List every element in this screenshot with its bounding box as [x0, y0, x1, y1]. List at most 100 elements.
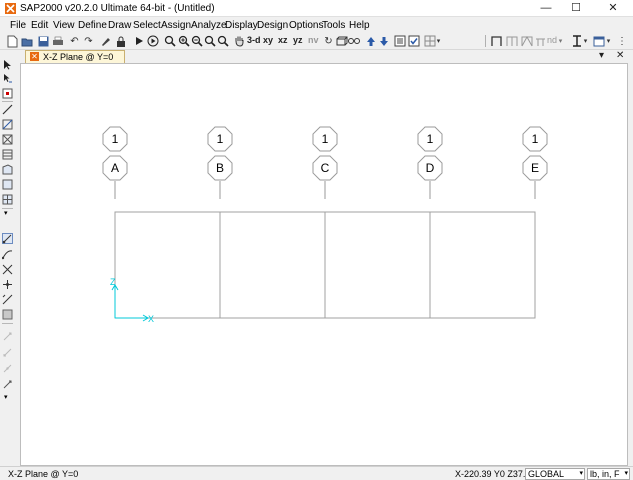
refresh-pencil-icon[interactable]	[99, 34, 112, 48]
close-button[interactable]: ✕	[598, 0, 628, 17]
grid-column-label: D	[426, 161, 435, 175]
draw-link-icon[interactable]	[2, 233, 13, 244]
assign-spring-icon[interactable]	[2, 347, 13, 358]
tab-close-icon[interactable]: ✕	[30, 52, 39, 61]
assign-insertion-icon[interactable]	[2, 379, 13, 390]
nd-dropdown-icon[interactable]: ▾	[557, 34, 564, 48]
menu-define[interactable]: Define	[78, 20, 107, 31]
pointer-icon[interactable]	[2, 59, 13, 70]
model-view-canvas[interactable]: 1A1B1C1D1E Z X	[20, 63, 628, 466]
zoom-in-icon[interactable]	[177, 34, 190, 48]
check-icon[interactable]	[407, 34, 420, 48]
draw-frame-line-icon[interactable]	[2, 104, 13, 115]
set-display-options-icon[interactable]	[393, 34, 406, 48]
view-3d-button[interactable]: 3-d	[247, 35, 261, 45]
draw-rect-area-icon[interactable]	[2, 179, 13, 190]
menu-file[interactable]: File	[10, 20, 26, 31]
grid-bubble-d: 1D	[417, 126, 443, 199]
menu-draw[interactable]: Draw	[108, 20, 131, 31]
assign-restraint-icon[interactable]	[2, 331, 13, 342]
status-view-label: X-Z Plane @ Y=0	[8, 469, 79, 479]
nd-button[interactable]: nd	[547, 35, 557, 45]
grid-bubble-c: 1C	[312, 126, 338, 199]
draw-joint-icon[interactable]	[2, 88, 13, 99]
draw-special-joint-icon[interactable]	[2, 279, 13, 290]
print-icon[interactable]	[51, 34, 64, 48]
minimize-button[interactable]: —	[531, 0, 561, 17]
run-analysis-icon[interactable]	[133, 34, 146, 48]
xz-elevation-view[interactable]: 1A1B1C1D1E Z X	[21, 64, 627, 465]
pan-hand-icon[interactable]	[233, 34, 246, 48]
open-folder-icon[interactable]	[20, 34, 33, 48]
draw-cable-icon[interactable]	[2, 249, 13, 260]
menu-tools[interactable]: Tools	[322, 20, 345, 31]
left-toolbar-separator	[2, 101, 13, 102]
draw-area-icon[interactable]	[2, 164, 13, 175]
lock-icon[interactable]	[114, 34, 127, 48]
menu-view[interactable]: View	[53, 20, 75, 31]
main-toolbar: ↶ ↷ 3-d xy xz yz nv ↻ ▾ nd ▾ ▾ ▾ ⋮	[0, 33, 633, 50]
view-xy-button[interactable]: xy	[263, 35, 273, 45]
menu-design[interactable]: Design	[257, 20, 288, 31]
draw-tendon-icon[interactable]	[2, 264, 13, 275]
coord-system-value: GLOBAL	[528, 469, 565, 479]
grid-bubble-b: 1B	[207, 126, 233, 199]
save-icon[interactable]	[37, 34, 50, 48]
draw-brace-icon[interactable]	[520, 34, 533, 48]
grid-column-label: B	[216, 161, 224, 175]
view-yz-button[interactable]: yz	[293, 35, 303, 45]
axis-x-label: X	[148, 314, 154, 324]
menu-options[interactable]: Options	[289, 20, 323, 31]
reshape-icon[interactable]	[2, 73, 13, 84]
zoom-extents-icon[interactable]	[216, 34, 229, 48]
grid-bubbles: 1A1B1C1D1E	[102, 126, 548, 199]
draw-beam-icon[interactable]	[534, 34, 547, 48]
spectacles-icon[interactable]	[347, 34, 360, 48]
grid-level-label: 1	[217, 132, 224, 146]
menu-analyze[interactable]: Analyze	[191, 20, 227, 31]
draw-solid-icon[interactable]	[2, 309, 13, 320]
coord-system-select[interactable]: GLOBAL ▾	[525, 468, 585, 480]
redo-icon[interactable]: ↷	[82, 34, 95, 48]
grid-options-dropdown-icon[interactable]: ▾	[435, 34, 442, 48]
display-panel-dropdown-icon[interactable]: ▾	[605, 34, 612, 48]
new-model-icon[interactable]	[6, 34, 19, 48]
grid-column-label: E	[531, 161, 539, 175]
title-bar: SAP2000 v20.2.0 Ultimate 64-bit - (Untit…	[0, 0, 633, 17]
left-toolbar-overflow-icon[interactable]: ▾	[4, 209, 8, 217]
view-xz-button[interactable]: xz	[278, 35, 288, 45]
move-up-icon[interactable]	[364, 34, 377, 48]
maximize-button[interactable]: ☐	[561, 0, 591, 17]
chevron-down-icon: ▾	[579, 470, 583, 477]
quick-draw-secondary-icon[interactable]	[2, 149, 13, 160]
move-down-icon[interactable]	[377, 34, 390, 48]
run-now-icon[interactable]	[146, 34, 159, 48]
quick-draw-braces-icon[interactable]	[2, 134, 13, 145]
view-nv-button[interactable]: nv	[308, 35, 319, 45]
pane-close-icon[interactable]: ✕	[616, 50, 624, 61]
menu-display[interactable]: Display	[225, 20, 258, 31]
display-panel-icon[interactable]	[592, 34, 605, 48]
draw-frame-icon[interactable]	[490, 34, 503, 48]
zoom-out-icon[interactable]	[190, 34, 203, 48]
quick-draw-frame-icon[interactable]	[2, 119, 13, 130]
tab-xz-plane[interactable]: ✕ X-Z Plane @ Y=0	[25, 50, 125, 63]
units-select[interactable]: lb, in, F ▾	[587, 468, 630, 480]
toolbar-overflow-icon[interactable]: ⋮	[617, 34, 627, 48]
rotate-3d-icon[interactable]: ↻	[322, 34, 335, 48]
undo-icon[interactable]: ↶	[68, 34, 81, 48]
grid-bubble-e: 1E	[522, 126, 548, 199]
tab-list-dropdown-icon[interactable]: ▾	[599, 50, 604, 61]
section-dropdown-icon[interactable]: ▾	[582, 34, 589, 48]
zoom-previous-icon[interactable]	[203, 34, 216, 48]
menu-select[interactable]: Select	[133, 20, 161, 31]
zoom-window-icon[interactable]	[163, 34, 176, 48]
left-toolbar-overflow-icon[interactable]: ▾	[4, 393, 8, 401]
draw-section-cut-icon[interactable]	[2, 294, 13, 305]
draw-frame-bay-icon[interactable]	[505, 34, 518, 48]
assign-load-icon[interactable]	[2, 363, 13, 374]
menu-edit[interactable]: Edit	[31, 20, 48, 31]
menu-help[interactable]: Help	[349, 20, 370, 31]
quick-draw-area-icon[interactable]	[2, 194, 13, 205]
menu-assign[interactable]: Assign	[161, 20, 191, 31]
